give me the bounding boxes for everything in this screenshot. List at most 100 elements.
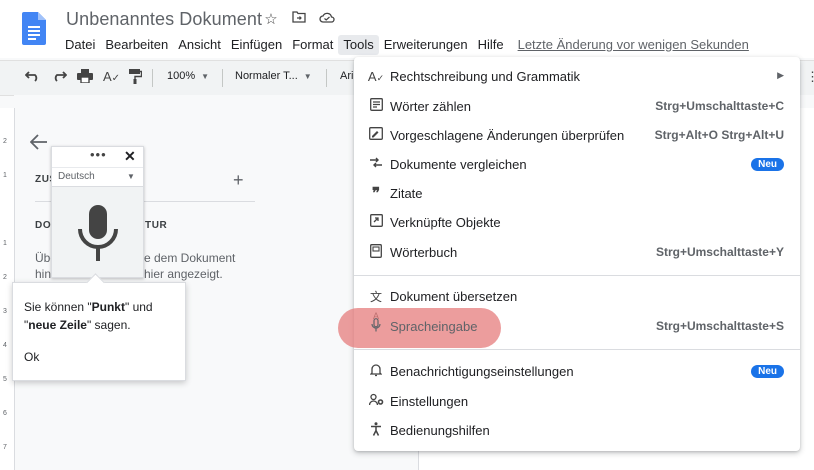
spellcheck-toolbar-icon[interactable]: A✓ — [103, 69, 120, 84]
linked-objects-icon — [367, 214, 385, 232]
menu-hilfe[interactable]: Hilfe — [473, 35, 509, 55]
chevron-down-icon: ▼ — [303, 72, 312, 81]
menu-item-voice-typing[interactable]: Spracheingabe Strg+Umschalttaste+S — [338, 308, 800, 348]
paint-format-icon[interactable] — [128, 69, 143, 87]
tooltip-text: " sagen. — [86, 318, 131, 332]
menu-item-label: Spracheingabe — [390, 319, 478, 334]
spellcheck-icon: A✓ — [367, 69, 385, 84]
menu-item-accessibility[interactable]: Bedienungshilfen — [354, 417, 800, 445]
menu-item-label: Dokumente vergleichen — [390, 157, 527, 172]
voice-language-select[interactable]: Deutsch ▼ — [52, 168, 143, 187]
menu-item-label: Verknüpfte Objekte — [390, 215, 501, 230]
bell-icon — [367, 363, 385, 381]
shortcut-text: Strg+Umschalttaste+S — [655, 319, 784, 333]
font-value: Ari — [340, 70, 354, 82]
menu-item-label: Dokument übersetzen — [390, 289, 518, 304]
menu-format[interactable]: Format — [287, 35, 338, 55]
cloud-status-icon[interactable] — [318, 10, 336, 28]
more-options-icon[interactable]: ••• — [90, 147, 107, 162]
microphone-icon — [367, 318, 385, 336]
menu-item-review-edits[interactable]: Vorgeschlagene Änderungen überprüfen Str… — [354, 122, 800, 150]
ruler-tick: 7 — [3, 444, 7, 451]
chevron-down-icon: ▼ — [201, 72, 210, 81]
menu-item-compare-documents[interactable]: Dokumente vergleichen Neu — [354, 151, 800, 179]
outline-section-label: DO — [35, 220, 52, 231]
voice-tooltip: Sie können "Punkt" und "neue Zeile" sage… — [12, 282, 186, 381]
outline-hint-line: e dem Dokument — [144, 251, 236, 265]
undo-icon[interactable] — [24, 69, 41, 85]
toolbar-divider — [152, 69, 153, 87]
review-edits-icon — [367, 127, 385, 145]
style-value: Normaler T... — [235, 70, 298, 82]
ruler-tick: 1 — [3, 172, 7, 179]
ruler-tick: 2 — [3, 138, 7, 145]
menu-item-label: Wörterbuch — [390, 245, 458, 260]
menu-item-label: Einstellungen — [390, 394, 469, 409]
redo-icon[interactable] — [51, 69, 68, 85]
zoom-value: 100% — [167, 70, 196, 82]
ruler-tick: 3 — [3, 308, 7, 315]
new-badge: Neu — [751, 365, 784, 378]
tooltip-line-1: Sie können "Punkt" und — [24, 300, 153, 314]
print-icon[interactable] — [77, 69, 93, 86]
menu-einfuegen[interactable]: Einfügen — [226, 35, 287, 55]
menu-item-preferences[interactable]: Einstellungen — [354, 388, 800, 416]
ruler-tick: 6 — [3, 410, 7, 417]
menu-divider — [354, 275, 800, 276]
submenu-arrow-icon: ▶ — [777, 70, 784, 80]
accessibility-icon — [367, 422, 385, 440]
document-title[interactable]: Unbenanntes Dokument — [66, 9, 262, 30]
menu-item-translate[interactable]: 文A Dokument übersetzen — [354, 283, 800, 321]
menu-item-notification-settings[interactable]: Benachrichtigungseinstellungen Neu — [354, 358, 800, 386]
quote-icon: ❞ — [371, 185, 381, 202]
voice-typing-widget[interactable]: ••• ✕ Deutsch ▼ — [51, 146, 144, 278]
shortcut-text: Strg+Umschalttaste+Y — [655, 245, 784, 259]
last-edit-link[interactable]: Letzte Änderung vor wenigen Sekunden — [513, 35, 754, 55]
menu-bearbeiten[interactable]: Bearbeiten — [100, 35, 173, 55]
zoom-select[interactable]: 100% ▼ — [167, 70, 209, 82]
menu-datei[interactable]: Datei — [60, 35, 100, 55]
menu-item-label: Rechtschreibung und Grammatik — [390, 69, 581, 84]
new-badge: Neu — [751, 158, 784, 171]
menu-item-label: Wörter zählen — [390, 99, 471, 114]
menu-divider — [354, 349, 800, 350]
add-summary-icon[interactable]: + — [233, 170, 244, 191]
menu-item-linked-objects[interactable]: Verknüpfte Objekte — [354, 209, 800, 237]
menu-item-spellcheck[interactable]: A✓ Rechtschreibung und Grammatik ▶ — [354, 63, 800, 91]
menu-item-word-count[interactable]: Wörter zählen Strg+Umschalttaste+C — [354, 93, 800, 121]
ruler-tick: 2 — [3, 274, 7, 281]
menu-erweiterungen[interactable]: Erweiterungen — [379, 35, 473, 55]
outline-hint-text-tail: e dem Dokument hier angezeigt. — [144, 250, 235, 282]
tools-menu: A✓ Rechtschreibung und Grammatik ▶ Wörte… — [338, 57, 800, 451]
menu-item-dictionary[interactable]: Wörterbuch Strg+Umschalttaste+Y — [354, 239, 800, 267]
menu-item-citations[interactable]: ❞ Zitate — [354, 180, 800, 208]
menu-tools[interactable]: Tools — [338, 35, 379, 55]
tooltip-ok-button[interactable]: Ok — [24, 350, 39, 364]
ruler-tick: 1 — [3, 240, 7, 247]
move-to-folder-icon[interactable] — [290, 10, 308, 28]
toolbar-overflow-icon[interactable]: ⋮ — [806, 69, 814, 85]
paragraph-style-select[interactable]: Normaler T... ▼ — [235, 70, 312, 82]
voice-language-value: Deutsch — [58, 171, 95, 182]
microphone-icon[interactable] — [76, 205, 120, 261]
chevron-down-icon: ▼ — [127, 172, 135, 181]
header: Unbenanntes Dokument ☆ Datei Bearbeiten … — [0, 0, 814, 58]
menu-ansicht[interactable]: Ansicht — [173, 35, 226, 55]
docs-logo-icon[interactable] — [22, 12, 46, 45]
menu-item-label: Zitate — [390, 186, 423, 201]
font-select[interactable]: Ari — [340, 70, 353, 82]
star-icon[interactable]: ☆ — [262, 10, 280, 28]
ruler-tick: 4 — [3, 342, 7, 349]
tooltip-keyword: neue Zeile — [28, 318, 87, 332]
menubar: Datei Bearbeiten Ansicht Einfügen Format… — [60, 35, 754, 55]
menu-item-label: Bedienungshilfen — [390, 423, 490, 438]
toolbar-divider — [326, 69, 327, 87]
toolbar-divider — [222, 69, 223, 87]
ruler-tick: 5 — [3, 376, 7, 383]
shortcut-text: Strg+Alt+O Strg+Alt+U — [654, 128, 784, 142]
shortcut-text: Strg+Umschalttaste+C — [655, 99, 784, 113]
tooltip-text: Sie können " — [24, 300, 92, 314]
voice-widget-header[interactable]: ••• ✕ — [52, 147, 143, 168]
close-icon[interactable]: ✕ — [124, 148, 136, 165]
back-arrow-icon[interactable] — [29, 133, 48, 156]
